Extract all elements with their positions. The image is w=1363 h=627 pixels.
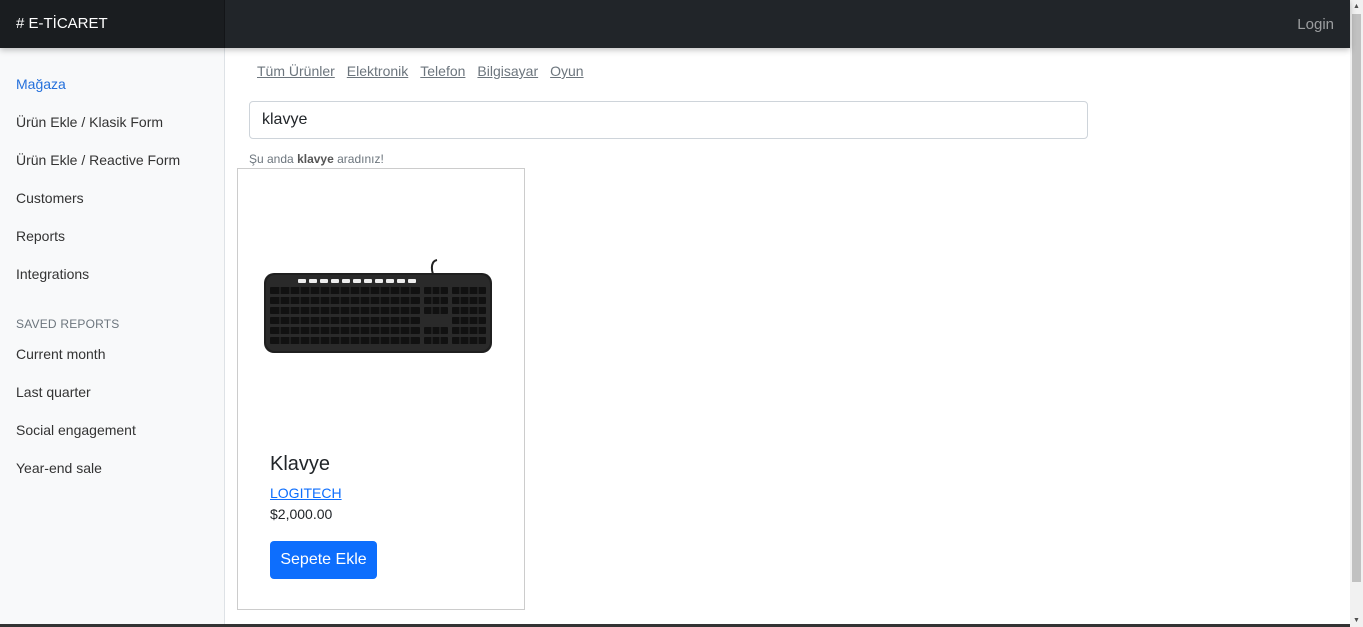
sidebar-item-magaza[interactable]: Mağaza (16, 76, 66, 92)
sidebar-item-urun-ekle-klasik[interactable]: Ürün Ekle / Klasik Form (16, 114, 163, 130)
category-link-telefon[interactable]: Telefon (420, 63, 465, 79)
category-link-elektronik[interactable]: Elektronik (347, 63, 408, 79)
scroll-thumb[interactable] (1352, 14, 1361, 582)
add-to-cart-button[interactable]: Sepete Ekle (270, 541, 377, 579)
sidebar-item-last-quarter[interactable]: Last quarter (16, 384, 91, 400)
sidebar-item-urun-ekle-reactive[interactable]: Ürün Ekle / Reactive Form (16, 152, 180, 168)
search-hint-suffix: aradınız! (337, 152, 384, 166)
scroll-down-arrow-icon[interactable]: ▼ (1350, 614, 1363, 627)
sidebar-item-year-end-sale[interactable]: Year-end sale (16, 460, 102, 476)
sidebar-item-integrations[interactable]: Integrations (16, 266, 89, 282)
scroll-up-arrow-icon[interactable]: ▲ (1350, 0, 1363, 13)
product-title: Klavye (270, 453, 331, 475)
category-link-bilgisayar[interactable]: Bilgisayar (477, 63, 538, 79)
search-hint: Şu anda klavye aradınız! (249, 152, 384, 166)
search-input[interactable] (249, 101, 1088, 139)
product-price: $2,000.00 (270, 506, 333, 522)
top-navbar: # E-TİCARET Login (0, 0, 1350, 48)
page-scrollbar[interactable]: ▲ ▼ (1350, 0, 1363, 627)
category-link-oyun[interactable]: Oyun (550, 63, 583, 79)
search-hint-prefix: Şu anda (249, 152, 294, 166)
sidebar-item-current-month[interactable]: Current month (16, 346, 105, 362)
keyboard-illustration (264, 259, 492, 353)
search-hint-term: klavye (297, 152, 334, 166)
sidebar: Mağaza Ürün Ekle / Klasik Form Ürün Ekle… (0, 48, 225, 627)
product-card: Klavye LOGITECH $2,000.00 Sepete Ekle (237, 168, 525, 610)
product-brand-link[interactable]: LOGITECH (270, 485, 342, 501)
sidebar-item-social-engagement[interactable]: Social engagement (16, 422, 136, 438)
login-link[interactable]: Login (1297, 0, 1334, 50)
category-link-tum-urunler[interactable]: Tüm Ürünler (257, 63, 335, 79)
category-nav: Tüm Ürünler Elektronik Telefon Bilgisayar Oy… (257, 63, 596, 79)
keyboard-image[interactable] (260, 257, 496, 357)
saved-reports-heading: SAVED REPORTS (16, 317, 120, 331)
brand-logo[interactable]: # E-TİCARET (0, 0, 225, 48)
sidebar-item-customers[interactable]: Customers (16, 190, 84, 206)
sidebar-item-reports[interactable]: Reports (16, 228, 65, 244)
